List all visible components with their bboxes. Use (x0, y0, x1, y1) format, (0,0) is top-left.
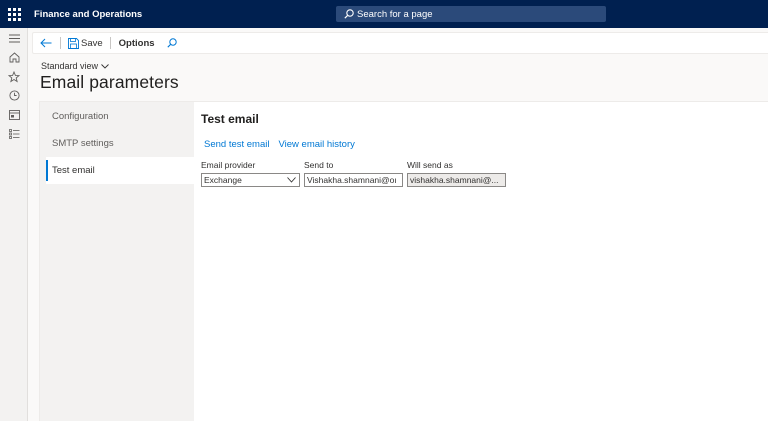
save-label: Save (81, 37, 103, 49)
back-button[interactable] (35, 33, 57, 53)
star-icon[interactable] (0, 67, 28, 86)
find-button[interactable] (164, 33, 180, 53)
will-send-as-field: Will send as vishakha.shamnani@... (407, 160, 506, 187)
tab-label: Test email (52, 165, 95, 176)
separator (109, 37, 111, 49)
email-provider-label: Email provider (201, 160, 256, 170)
send-to-field: Send to Vishakha.shamnani@oı (304, 160, 403, 187)
send-to-label: Send to (304, 160, 334, 170)
back-arrow-icon (40, 38, 52, 48)
send-test-email-link[interactable]: Send test email (204, 139, 269, 150)
workspace-icon[interactable] (0, 105, 28, 124)
search-icon (344, 9, 354, 19)
email-provider-value: Exchange (204, 175, 242, 185)
will-send-as-value: vishakha.shamnani@... (407, 173, 506, 187)
chevron-down-icon (287, 177, 296, 183)
email-provider-select[interactable]: Exchange (201, 173, 300, 187)
top-nav-bar: Finance and Operations Search for a page (0, 0, 768, 28)
app-title: Finance and Operations (34, 8, 143, 20)
view-selector[interactable]: Standard view (41, 61, 109, 71)
home-icon[interactable] (0, 48, 28, 67)
search-icon (166, 38, 177, 48)
save-button[interactable]: Save (64, 33, 107, 53)
form-content: Configuration SMTP settings Test email T… (39, 101, 768, 421)
search-placeholder: Search for a page (357, 8, 433, 20)
tab-label: Configuration (52, 111, 109, 122)
tab-test-email[interactable]: Test email (46, 157, 194, 184)
email-provider-field: Email provider Exchange (201, 160, 300, 187)
page-title: Email parameters (40, 72, 179, 92)
chevron-down-icon (101, 63, 109, 69)
navigation-rail (0, 28, 28, 421)
view-label: Standard view (41, 61, 99, 71)
clock-icon[interactable] (0, 86, 28, 105)
view-email-history-link[interactable]: View email history (278, 139, 354, 150)
list-icon[interactable] (0, 124, 28, 143)
separator (60, 37, 61, 49)
save-icon (68, 37, 79, 49)
section-title: Test email (201, 112, 259, 126)
link-group: Send test email View email history (204, 139, 364, 150)
hamburger-icon[interactable] (0, 29, 28, 48)
tab-smtp-settings[interactable]: SMTP settings (46, 130, 194, 157)
search-box[interactable]: Search for a page (336, 6, 606, 22)
send-to-input[interactable]: Vishakha.shamnani@oı (304, 173, 403, 187)
vertical-tabs: Configuration SMTP settings Test email (40, 102, 194, 421)
action-pane: Save Options (32, 32, 768, 54)
waffle-icon (7, 7, 21, 21)
tab-configuration[interactable]: Configuration (46, 103, 194, 130)
tab-label: SMTP settings (52, 138, 114, 149)
app-launcher-button[interactable] (0, 0, 28, 28)
will-send-as-label: Will send as (407, 160, 453, 170)
options-button[interactable]: Options (114, 38, 160, 49)
